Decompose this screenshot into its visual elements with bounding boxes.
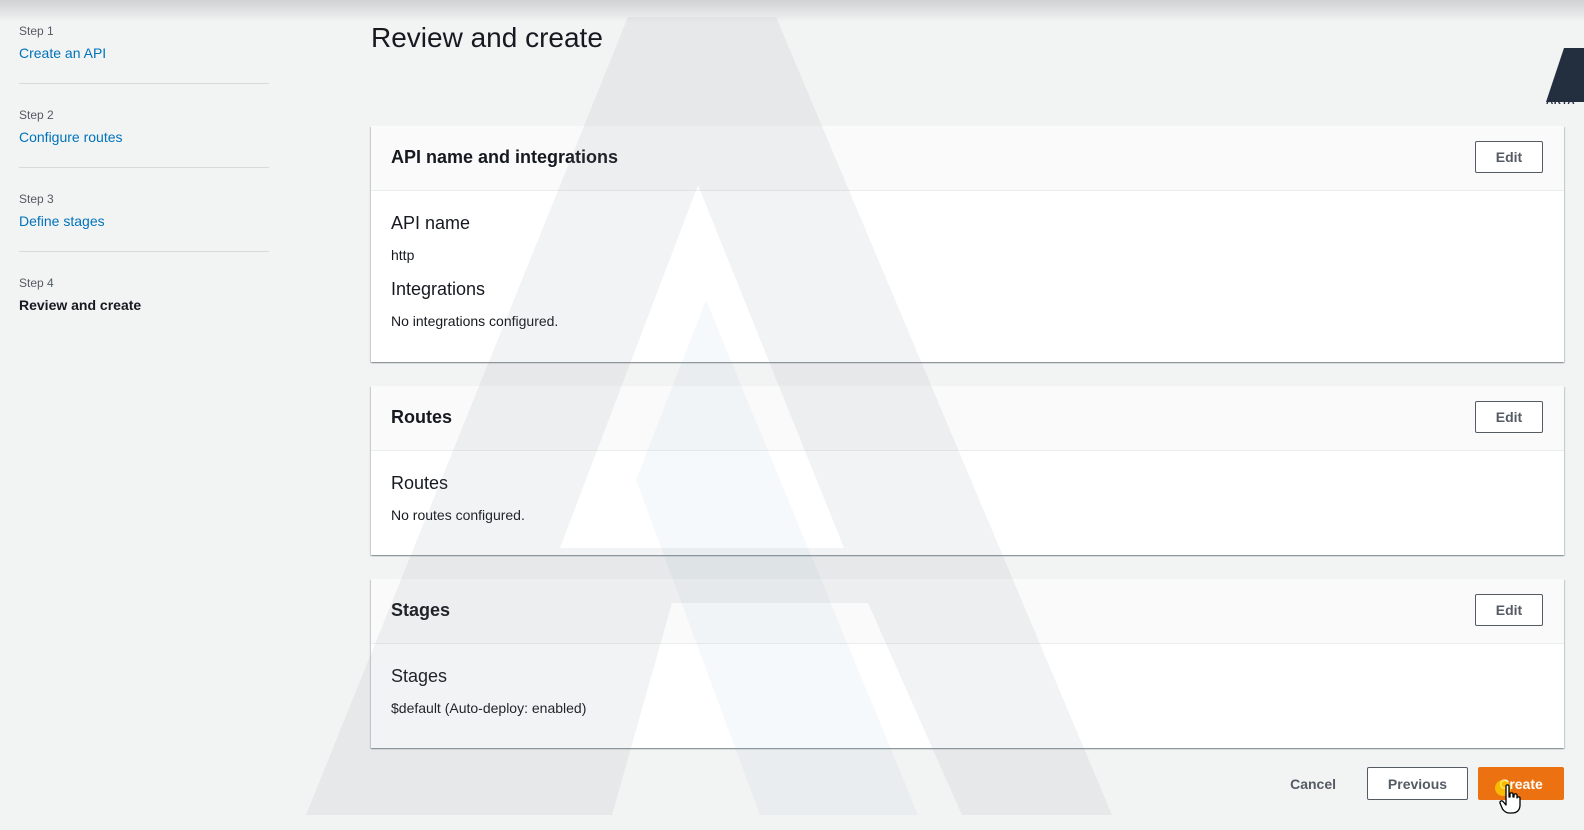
- step-link-configure-routes[interactable]: Configure routes: [19, 126, 269, 148]
- step-number: Step 3: [19, 192, 54, 206]
- create-button[interactable]: Create: [1478, 767, 1564, 800]
- api-name-label: API name: [391, 213, 471, 233]
- panel-body: Routes No routes configured.: [371, 451, 1564, 525]
- stages-label: Stages: [391, 666, 448, 686]
- step-link-create-api[interactable]: Create an API: [19, 42, 269, 64]
- panel-title: Routes: [391, 407, 453, 427]
- panel-body: API name http Integrations No integratio…: [371, 191, 1564, 331]
- hand-pointer-icon: [1499, 784, 1521, 814]
- stages-value: $default (Auto-deploy: enabled): [391, 700, 587, 716]
- step-number: Step 1: [19, 24, 54, 38]
- panel-header: API name and integrations Edit: [371, 126, 1564, 191]
- wizard-step-3: Step 3 Define stages: [19, 190, 269, 252]
- step-link-define-stages[interactable]: Define stages: [19, 210, 269, 232]
- wizard-step-1: Step 1 Create an API: [19, 22, 269, 84]
- page-title: Review and create: [371, 22, 603, 53]
- wizard-step-2: Step 2 Configure routes: [19, 106, 269, 168]
- wizard-step-4: Step 4 Review and create: [19, 274, 269, 335]
- previous-button[interactable]: Previous: [1367, 767, 1468, 800]
- panel-title: Stages: [391, 600, 451, 620]
- routes-value: No routes configured.: [391, 507, 525, 523]
- stages-panel: Stages Edit Stages $default (Auto-deploy…: [371, 579, 1564, 748]
- routes-label: Routes: [391, 473, 449, 493]
- step-current-review-create: Review and create: [19, 297, 142, 313]
- api-name-value: http: [391, 247, 415, 263]
- api-name-integrations-panel: API name and integrations Edit API name …: [371, 126, 1564, 362]
- step-number: Step 2: [19, 108, 54, 122]
- edit-routes-button[interactable]: Edit: [1475, 401, 1543, 433]
- panel-title: API name and integrations: [391, 147, 619, 167]
- brand-text: ARYA: [1546, 96, 1576, 107]
- panel-body: Stages $default (Auto-deploy: enabled): [371, 644, 1564, 718]
- integrations-value: No integrations configured.: [391, 313, 559, 329]
- integrations-label: Integrations: [391, 279, 486, 299]
- panel-header: Routes Edit: [371, 386, 1564, 451]
- edit-stages-button[interactable]: Edit: [1475, 594, 1543, 626]
- top-shadow: [0, 0, 1584, 22]
- wizard-steps-nav: Step 1 Create an API Step 2 Configure ro…: [19, 22, 269, 357]
- cancel-button[interactable]: Cancel: [1275, 768, 1351, 800]
- step-number: Step 4: [19, 276, 54, 290]
- edit-api-button[interactable]: Edit: [1475, 141, 1543, 173]
- routes-panel: Routes Edit Routes No routes configured.: [371, 386, 1564, 555]
- panel-header: Stages Edit: [371, 579, 1564, 644]
